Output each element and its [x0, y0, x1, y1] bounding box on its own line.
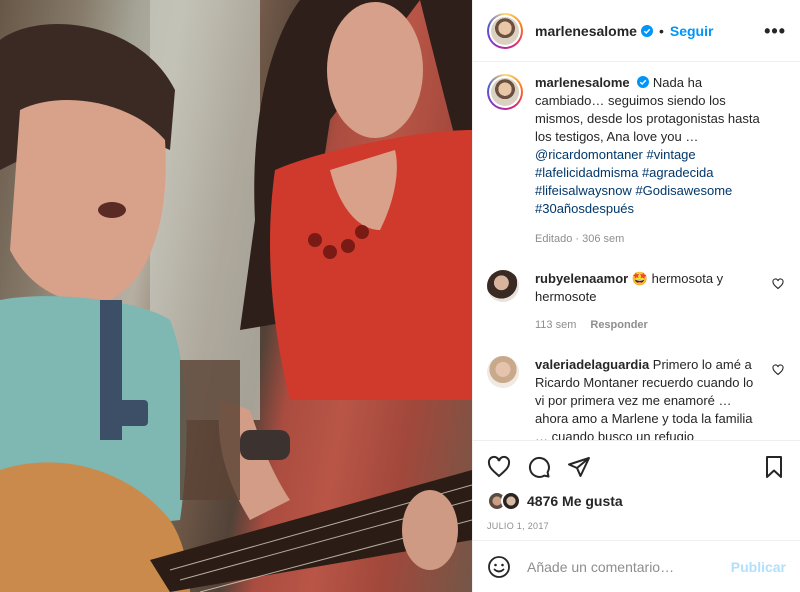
- caption-author-avatar[interactable]: [487, 74, 523, 110]
- commenter-avatar[interactable]: [487, 270, 519, 302]
- add-comment-input[interactable]: [527, 558, 717, 575]
- hashtag-link[interactable]: #lafelicidadmisma: [535, 165, 638, 180]
- post-side-panel: marlenesalome • Seguir ••• marlenesalome…: [472, 0, 800, 592]
- share-paper-plane-icon[interactable]: [567, 455, 591, 479]
- separator-dot: •: [658, 22, 664, 39]
- author-username[interactable]: marlenesalome: [535, 23, 637, 39]
- hashtag-link[interactable]: #agradecida: [642, 165, 714, 180]
- verified-badge-icon: [640, 24, 653, 37]
- like-heart-icon[interactable]: [487, 455, 511, 479]
- more-options-icon[interactable]: •••: [764, 22, 786, 40]
- hashtag-link[interactable]: #lifeisalwaysnow: [535, 183, 632, 198]
- save-bookmark-icon[interactable]: [762, 455, 786, 479]
- photo-illustration: [0, 0, 472, 592]
- comment-item: valeriadelaguardia Primero lo amé a Rica…: [487, 356, 784, 440]
- post-photo[interactable]: [0, 0, 472, 592]
- caption-body: marlenesalome Nada ha cambiado… seguimos…: [535, 74, 765, 248]
- liker-avatar: [501, 491, 521, 511]
- comment-username[interactable]: valeriadelaguardia: [535, 357, 649, 372]
- verified-badge-icon: [637, 76, 650, 88]
- comment-bubble-icon[interactable]: [527, 455, 551, 479]
- comment-username[interactable]: rubyelenaamor: [535, 271, 628, 286]
- caption: marlenesalome Nada ha cambiado… seguimos…: [487, 74, 784, 248]
- post-date[interactable]: JULIO 1, 2017: [487, 521, 786, 531]
- comment-time[interactable]: 113 sem: [535, 316, 576, 334]
- follow-button[interactable]: Seguir: [670, 23, 714, 39]
- caption-meta: Editado · 306 sem: [535, 230, 765, 248]
- author-avatar[interactable]: [487, 12, 523, 49]
- add-comment-bar: Publicar: [473, 540, 800, 592]
- reply-button[interactable]: Responder: [590, 316, 647, 334]
- comment-meta: 113 sem Responder: [535, 316, 765, 334]
- like-comment-heart-icon[interactable]: [772, 278, 784, 290]
- post-header: marlenesalome • Seguir •••: [473, 0, 800, 62]
- emoji-icon[interactable]: [487, 555, 511, 579]
- post-actions: 4876 Me gusta JULIO 1, 2017: [473, 440, 800, 540]
- likes-summary[interactable]: 4876 Me gusta: [487, 491, 786, 511]
- publish-button[interactable]: Publicar: [731, 559, 786, 575]
- comment-body: valeriadelaguardia Primero lo amé a Rica…: [535, 356, 765, 440]
- caption-username[interactable]: marlenesalome: [535, 75, 630, 90]
- comment-body: rubyelenaamor 🤩 hermosota y hermosote 11…: [535, 270, 765, 334]
- like-comment-heart-icon[interactable]: [772, 364, 784, 376]
- commenter-avatar[interactable]: [487, 356, 519, 388]
- hashtag-link[interactable]: #Godisawesome: [635, 183, 732, 198]
- comments-list[interactable]: marlenesalome Nada ha cambiado… seguimos…: [473, 62, 800, 440]
- mention-link[interactable]: @ricardomontaner: [535, 147, 643, 162]
- likes-count[interactable]: 4876 Me gusta: [527, 493, 623, 509]
- comment-item: rubyelenaamor 🤩 hermosota y hermosote 11…: [487, 270, 784, 334]
- caption-edited-time: Editado · 306 sem: [535, 233, 625, 245]
- hashtag-link[interactable]: #vintage: [646, 147, 695, 162]
- hashtag-link[interactable]: #30añosdespués: [535, 201, 634, 216]
